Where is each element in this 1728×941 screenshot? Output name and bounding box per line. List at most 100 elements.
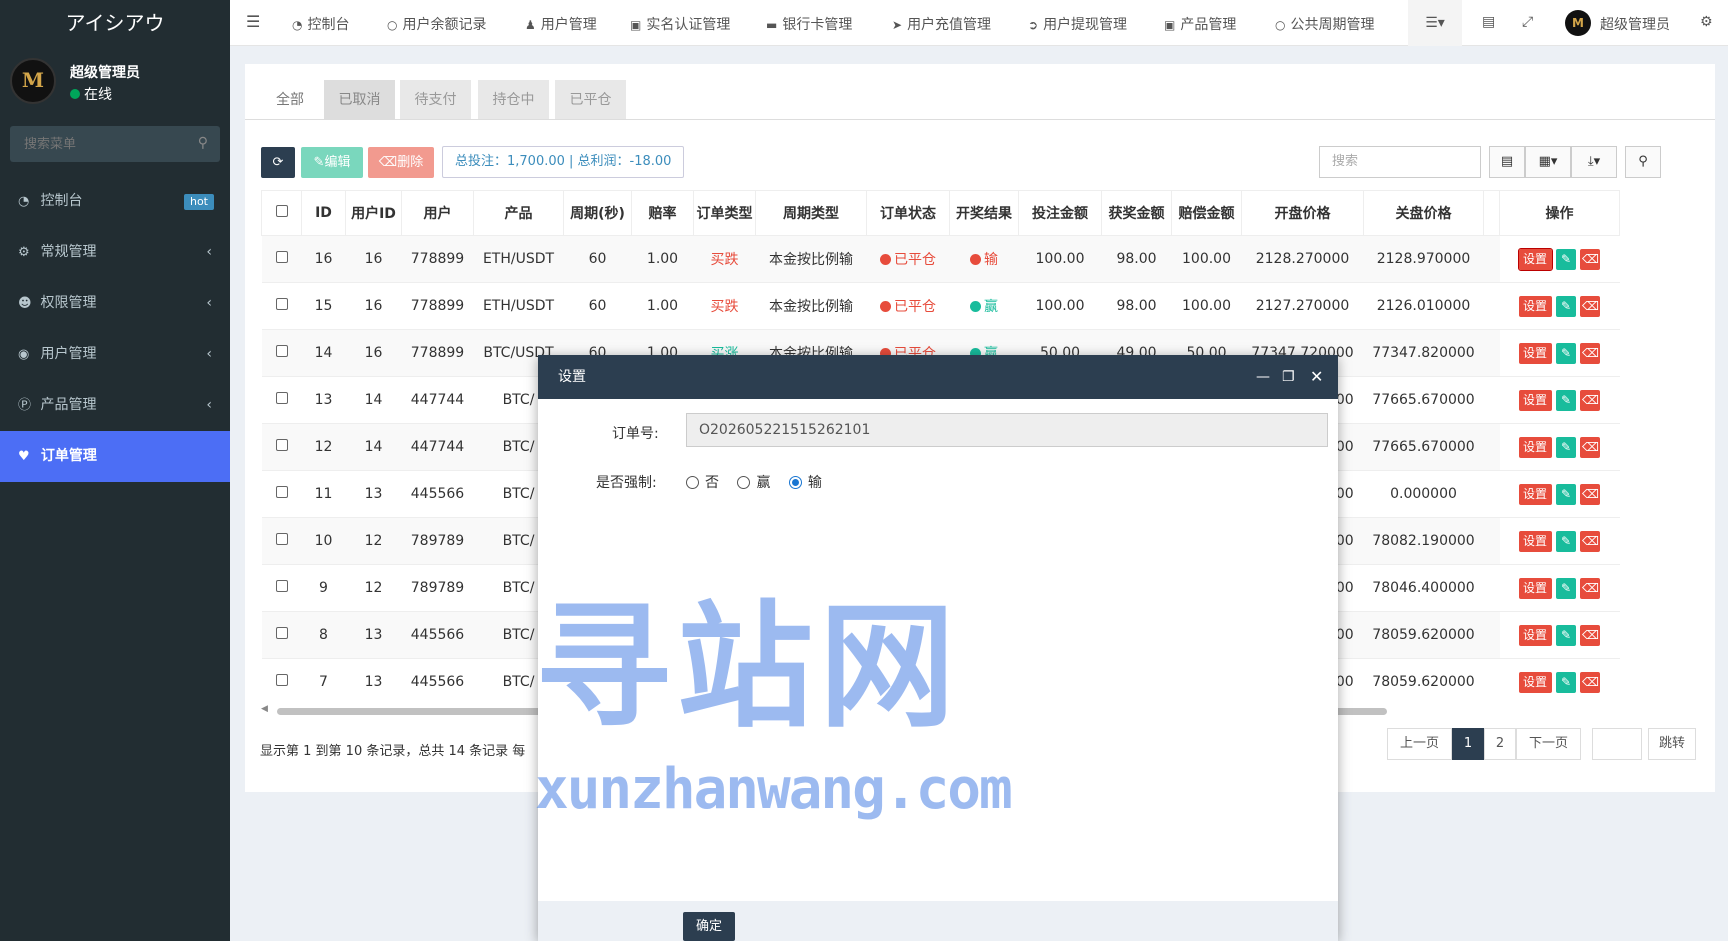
columns-icon[interactable]: ▦▾ (1525, 146, 1571, 178)
row-checkbox[interactable] (261, 611, 302, 659)
delete-trash-icon[interactable]: ⌫ (1580, 342, 1601, 364)
delete-trash-icon[interactable]: ⌫ (1580, 624, 1601, 646)
order-no-field[interactable]: O202605221515262101 (686, 413, 1328, 447)
table-row[interactable]: 15 16 778899 ETH/USDT 60 1.00 买跌 本金按比例输 已平仓赢 100.… (261, 282, 1620, 330)
sidebar-item-orders[interactable]: ♥ 订单管理 (0, 431, 230, 482)
search-icon[interactable]: ⚲ (198, 135, 208, 151)
edit-pencil-icon[interactable]: ✎ (1556, 436, 1576, 458)
col-header[interactable]: 投注金额 (1018, 190, 1102, 236)
edit-pencil-icon[interactable]: ✎ (1556, 671, 1576, 693)
row-checkbox[interactable] (261, 282, 302, 330)
col-header[interactable]: 订单状态 (866, 190, 950, 236)
page-1-button[interactable]: 1 (1452, 728, 1484, 760)
edit-pencil-icon[interactable]: ✎ (1556, 295, 1576, 317)
edit-pencil-icon[interactable]: ✎ (1556, 530, 1576, 552)
topnav-username[interactable]: 超级管理员 (1600, 14, 1670, 34)
toggle-view-icon[interactable]: ▤ (1489, 146, 1525, 178)
delete-trash-icon[interactable]: ⌫ (1580, 483, 1601, 505)
col-header[interactable]: 开奖结果 (949, 190, 1019, 236)
tab-pending-pay[interactable]: 待支付 (400, 80, 471, 120)
sidebar-item-permission[interactable]: ☻ 权限管理 ‹ (0, 278, 230, 329)
row-checkbox[interactable] (261, 658, 302, 706)
sidebar-item-dashboard[interactable]: ◔ 控制台 hot (0, 176, 230, 227)
col-header[interactable]: 用户ID (345, 190, 402, 236)
radio-win[interactable]: 赢 (737, 475, 770, 491)
app-logo[interactable]: アイシアウ (0, 0, 230, 46)
topnav-withdraw[interactable]: ➲ 用户提现管理 (1028, 14, 1127, 34)
tab-all[interactable]: 全部 (261, 80, 319, 120)
col-header[interactable]: 关盘价格 (1363, 190, 1484, 236)
row-checkbox[interactable] (261, 470, 302, 518)
col-header[interactable]: 开盘价格 (1241, 190, 1364, 236)
delete-trash-icon[interactable]: ⌫ (1580, 671, 1601, 693)
edit-pencil-icon[interactable]: ✎ (1556, 624, 1576, 646)
fullscreen-icon[interactable]: ⤢ (1522, 14, 1533, 30)
row-checkbox[interactable] (261, 517, 302, 565)
col-header[interactable]: 周期(秒) (563, 190, 632, 236)
edit-pencil-icon[interactable]: ✎ (1556, 483, 1576, 505)
menu-search-input[interactable] (10, 126, 220, 162)
jump-page-input[interactable] (1592, 728, 1642, 760)
set-button[interactable]: 设置 (1518, 342, 1552, 364)
set-button[interactable]: 设置 (1518, 577, 1552, 599)
row-checkbox[interactable] (261, 329, 302, 377)
maximize-icon[interactable]: ❐ (1282, 355, 1295, 399)
row-checkbox[interactable] (261, 564, 302, 612)
topnav-user-management[interactable]: ♟ 用户管理 (525, 14, 597, 34)
tab-closed[interactable]: 已平仓 (555, 80, 626, 120)
col-header[interactable]: 用户 (401, 190, 474, 236)
col-header[interactable]: 产品 (473, 190, 564, 236)
set-button[interactable]: 设置 (1518, 624, 1552, 646)
topnav-periods[interactable]: ○ 公共周期管理 (1275, 14, 1374, 34)
minimize-icon[interactable]: — (1256, 355, 1270, 399)
next-page-button[interactable]: 下一页 (1516, 728, 1581, 760)
delete-trash-icon[interactable]: ⌫ (1580, 436, 1601, 458)
refresh-button[interactable]: ⟳ (261, 147, 295, 178)
topnav-recharge[interactable]: ➤ 用户充值管理 (892, 14, 991, 34)
set-button[interactable]: 设置 (1518, 671, 1552, 693)
col-header[interactable]: 周期类型 (755, 190, 867, 236)
table-row[interactable]: 16 16 778899 ETH/USDT 60 1.00 买跌 本金按比例输 已平仓输 100.… (261, 235, 1620, 283)
search-icon[interactable]: ⚲ (1625, 146, 1661, 178)
delete-trash-icon[interactable]: ⌫ (1580, 577, 1601, 599)
more-menu-icon[interactable]: ☰▾ (1408, 0, 1462, 46)
edit-pencil-icon[interactable]: ✎ (1556, 342, 1576, 364)
edit-pencil-icon[interactable]: ✎ (1556, 389, 1576, 411)
topnav-balance-records[interactable]: ○ 用户余额记录 (387, 14, 486, 34)
table-search-input[interactable]: 搜索 (1319, 146, 1481, 178)
set-button[interactable]: 设置 (1518, 389, 1552, 411)
set-button[interactable]: 设置 (1518, 530, 1552, 552)
export-icon[interactable]: ⤓▾ (1571, 146, 1617, 178)
col-header[interactable]: ID (301, 190, 346, 236)
row-checkbox[interactable] (261, 235, 302, 283)
confirm-button[interactable]: 确定 (683, 912, 735, 941)
delete-button[interactable]: ⌫删除 (368, 147, 434, 178)
close-icon[interactable]: ✕ (1310, 355, 1323, 399)
delete-trash-icon[interactable]: ⌫ (1580, 295, 1601, 317)
tab-cancelled[interactable]: 已取消 (324, 80, 395, 120)
edit-button[interactable]: ✎编辑 (301, 147, 363, 178)
row-checkbox[interactable] (261, 423, 302, 471)
jump-button[interactable]: 跳转 (1648, 728, 1696, 760)
page-2-button[interactable]: 2 (1484, 728, 1516, 760)
topnav-products[interactable]: ▣ 产品管理 (1164, 14, 1236, 34)
topnav-dashboard[interactable]: ◔ 控制台 (292, 14, 349, 34)
topnav-realname[interactable]: ▣ 实名认证管理 (630, 14, 730, 34)
col-header[interactable]: 订单类型 (693, 190, 756, 236)
menu-toggle-icon[interactable]: ☰ (246, 12, 260, 31)
row-checkbox[interactable] (261, 376, 302, 424)
topnav-bankcard[interactable]: ▬ 银行卡管理 (766, 14, 852, 34)
settings-gear-icon[interactable]: ⚙ (1700, 14, 1713, 30)
set-button[interactable]: 设置 (1518, 436, 1552, 458)
delete-trash-icon[interactable]: ⌫ (1580, 389, 1601, 411)
topnav-avatar[interactable]: M (1565, 10, 1591, 36)
sidebar-item-products[interactable]: Ⓟ 产品管理 ‹ (0, 380, 230, 431)
delete-trash-icon[interactable]: ⌫ (1580, 530, 1601, 552)
radio-no[interactable]: 否 (686, 475, 719, 491)
edit-pencil-icon[interactable]: ✎ (1556, 248, 1576, 270)
set-button[interactable]: 设置 (1518, 483, 1552, 505)
col-header[interactable]: 获奖金额 (1101, 190, 1172, 236)
edit-pencil-icon[interactable]: ✎ (1556, 577, 1576, 599)
scroll-left-icon[interactable]: ◀ (261, 704, 268, 714)
sidebar-item-users[interactable]: ◉ 用户管理 ‹ (0, 329, 230, 380)
